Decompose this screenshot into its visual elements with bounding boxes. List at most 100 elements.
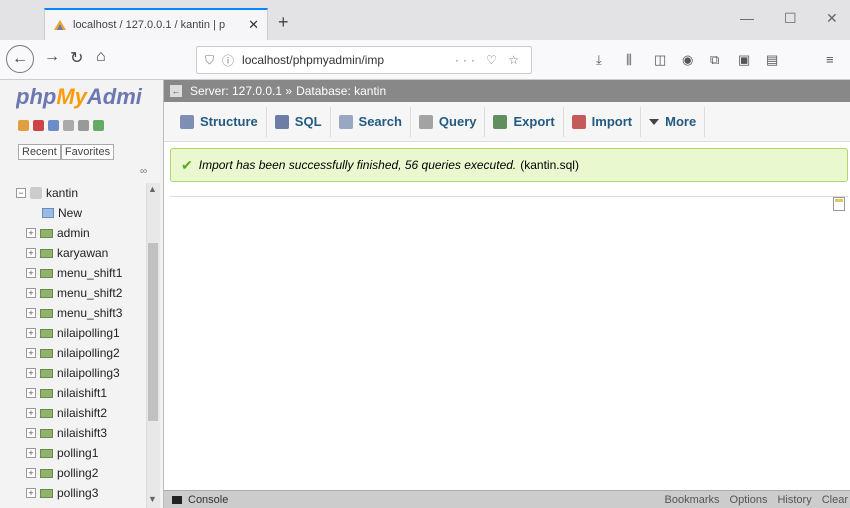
home-icon[interactable]	[18, 120, 29, 131]
tree-table-item[interactable]: + nilaipolling3	[16, 363, 146, 383]
extension-icon[interactable]: ◉	[682, 52, 693, 68]
expand-icon[interactable]: +	[26, 428, 36, 438]
menu-more[interactable]: More	[641, 106, 706, 137]
expand-icon[interactable]: +	[26, 468, 36, 478]
expand-icon[interactable]: +	[26, 448, 36, 458]
table-icon	[40, 408, 53, 418]
breadcrumb-database[interactable]: Database: kantin	[296, 80, 386, 102]
export-icon	[493, 114, 508, 129]
logout-icon[interactable]	[33, 120, 44, 131]
menu-import[interactable]: Import	[564, 106, 642, 137]
tree-new-table[interactable]: New	[16, 203, 146, 223]
library-icon[interactable]: ⫼	[626, 52, 632, 68]
table-icon	[40, 368, 53, 378]
recent-tab[interactable]: Recent	[18, 144, 61, 160]
expand-icon[interactable]: +	[26, 388, 36, 398]
expand-icon[interactable]: +	[26, 248, 36, 258]
favorites-tab[interactable]: Favorites	[60, 144, 115, 160]
console-clear[interactable]: Clear	[822, 494, 848, 506]
expand-icon[interactable]: +	[26, 488, 36, 498]
back-button[interactable]: ←	[6, 45, 34, 73]
menu-sql[interactable]: SQL	[267, 106, 331, 137]
import-icon	[571, 114, 586, 129]
expand-icon[interactable]: +	[26, 288, 36, 298]
window-close-button[interactable]: ✕	[826, 10, 838, 27]
tree-table-item[interactable]: + menu_shift2	[16, 283, 146, 303]
tree-table-item[interactable]: + polling1	[16, 443, 146, 463]
more-icon	[649, 118, 660, 125]
new-table-icon	[42, 208, 54, 218]
database-icon	[30, 187, 42, 199]
collapse-nav-icon[interactable]: ←	[170, 85, 182, 97]
tree-table-item[interactable]: + nilaishift1	[16, 383, 146, 403]
url-bar[interactable]: ⛉ ⓘ localhost/phpmyadmin/imp ··· ♡ ☆	[196, 46, 532, 74]
tree-table-label: nilaipolling2	[57, 346, 120, 360]
expand-icon[interactable]: +	[26, 368, 36, 378]
link-with-main-icon[interactable]: ∞	[140, 166, 147, 177]
settings-icon[interactable]	[78, 120, 89, 131]
browser-tab-bar: localhost / 127.0.0.1 / kantin | p ✕ + —…	[0, 0, 850, 40]
expand-icon[interactable]: +	[26, 308, 36, 318]
phpmyadmin-favicon-icon	[54, 20, 66, 30]
browser-tab[interactable]: localhost / 127.0.0.1 / kantin | p ✕	[44, 8, 268, 40]
menu-label: Search	[358, 114, 402, 129]
tree-table-item[interactable]: + nilaipolling2	[16, 343, 146, 363]
console-bookmarks[interactable]: Bookmarks	[665, 494, 720, 506]
home-icon[interactable]: ⌂	[96, 48, 106, 66]
sidebar-icon[interactable]: ◫	[654, 52, 666, 68]
docs-icon[interactable]	[63, 120, 74, 131]
phpmyadmin-logo[interactable]: phpMyAdmi	[16, 84, 164, 110]
help-icon[interactable]	[48, 120, 59, 131]
tree-table-item[interactable]: + menu_shift1	[16, 263, 146, 283]
menu-query[interactable]: Query	[411, 106, 486, 137]
tree-table-item[interactable]: + nilaishift2	[16, 403, 146, 423]
reload-icon[interactable]: ↻	[70, 48, 83, 68]
menu-label: Import	[591, 114, 633, 129]
tree-table-item[interactable]: + polling2	[16, 463, 146, 483]
extension3-icon[interactable]: ▤	[766, 52, 778, 68]
menu-label: More	[665, 114, 697, 129]
tree-table-item[interactable]: + nilaipolling1	[16, 323, 146, 343]
scroll-up-icon[interactable]: ▲	[148, 184, 157, 194]
expand-icon[interactable]: +	[26, 408, 36, 418]
extension2-icon[interactable]: ▣	[738, 52, 750, 68]
tree-table-item[interactable]: + admin	[16, 223, 146, 243]
table-icon	[40, 268, 53, 278]
screenshot-icon[interactable]: ⧉	[710, 52, 719, 68]
url-actions[interactable]: ··· ♡ ☆	[455, 53, 523, 67]
console-options[interactable]: Options	[730, 494, 768, 506]
maximize-button[interactable]: ☐	[784, 10, 797, 27]
console-history[interactable]: History	[777, 494, 811, 506]
table-icon	[40, 428, 53, 438]
check-icon: ✔	[181, 156, 193, 173]
minimize-button[interactable]: —	[740, 10, 754, 26]
info-icon[interactable]: ⓘ	[222, 52, 234, 69]
menu-icon[interactable]: ≡	[826, 52, 834, 67]
tree-db-kantin[interactable]: − kantin	[16, 183, 146, 203]
table-icon	[40, 348, 53, 358]
tree-table-item[interactable]: + menu_shift3	[16, 303, 146, 323]
menu-export[interactable]: Export	[485, 106, 564, 137]
tab-close-icon[interactable]: ✕	[248, 17, 259, 33]
page-settings-icon[interactable]	[833, 197, 845, 211]
reload-nav-icon[interactable]	[93, 120, 104, 131]
scroll-down-icon[interactable]: ▼	[148, 494, 157, 504]
structure-icon	[180, 114, 194, 129]
tree-table-item[interactable]: + polling3	[16, 483, 146, 503]
expand-icon[interactable]: +	[26, 328, 36, 338]
tree-table-item[interactable]: + nilaishift3	[16, 423, 146, 443]
table-icon	[40, 448, 53, 458]
download-icon[interactable]: ⤓	[596, 52, 602, 68]
tree-table-item[interactable]: + karyawan	[16, 243, 146, 263]
forward-icon[interactable]: →	[44, 48, 60, 66]
nav-scroll-thumb[interactable]	[148, 243, 158, 421]
collapse-icon[interactable]: −	[16, 188, 26, 198]
new-tab-button[interactable]: +	[278, 12, 289, 33]
expand-icon[interactable]: +	[26, 348, 36, 358]
expand-icon[interactable]: +	[26, 228, 36, 238]
menu-structure[interactable]: Structure	[172, 106, 267, 137]
menu-search[interactable]: Search	[331, 106, 411, 137]
console-toggle[interactable]: Console	[188, 494, 228, 506]
breadcrumb-server[interactable]: Server: 127.0.0.1 »	[190, 80, 292, 102]
expand-icon[interactable]: +	[26, 268, 36, 278]
